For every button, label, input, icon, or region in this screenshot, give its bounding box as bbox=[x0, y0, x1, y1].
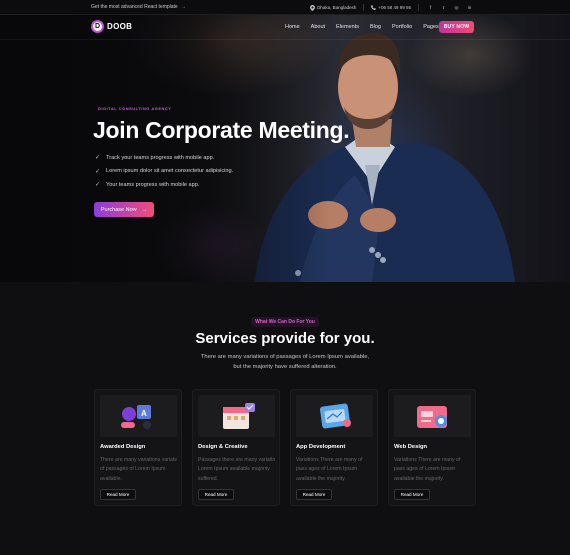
section-description: There are many variations of passages of… bbox=[0, 352, 570, 372]
card-title: Design & Creative bbox=[198, 444, 248, 450]
card-title: App Development bbox=[296, 444, 346, 450]
logo-text: DOOB bbox=[107, 22, 133, 31]
service-card: A Awarded Design There are many variatio… bbox=[94, 389, 182, 506]
topbar-contact: Dhaka, Bangladesh +06 58 49 99 56 f t ◎ … bbox=[310, 3, 474, 12]
list-item-text: Track your teams progress with mobile ap… bbox=[106, 154, 215, 161]
app-window-icon bbox=[319, 403, 351, 429]
map-pin-icon bbox=[310, 4, 316, 11]
logo-mark: D bbox=[91, 20, 104, 33]
nav-item-about[interactable]: About bbox=[311, 24, 325, 30]
arrow-right-icon: → bbox=[180, 4, 186, 10]
list-item: ✓ Track your teams progress with mobile a… bbox=[95, 151, 233, 165]
check-icon: ✓ bbox=[95, 155, 101, 162]
section-badge: What We Can Do For You bbox=[251, 317, 319, 327]
nav-item-home[interactable]: Home bbox=[285, 24, 300, 30]
card-text: Passages there are many variatin Lorem I… bbox=[198, 457, 276, 482]
buy-now-button[interactable]: BUY NOW bbox=[439, 21, 474, 33]
calendar-icon bbox=[222, 403, 255, 429]
read-more-button[interactable]: Read More bbox=[394, 489, 430, 500]
description-line: There are many variations of passages of… bbox=[200, 354, 370, 360]
divider bbox=[418, 4, 419, 11]
arrow-right-icon: → bbox=[141, 206, 148, 213]
list-item-text: Lorem ipsum dolor sit amet consectetur a… bbox=[106, 168, 234, 175]
site-header: D DOOB Home About Elements Blog Portfoli… bbox=[0, 15, 570, 40]
purchase-now-button[interactable]: Purchase Now → bbox=[94, 202, 154, 217]
nav-item-portfolio[interactable]: Portfolio bbox=[392, 24, 412, 30]
purchase-now-label: Purchase Now bbox=[100, 206, 137, 213]
card-title: Web Design bbox=[394, 444, 428, 450]
section-title: Services provide for you. bbox=[195, 330, 375, 347]
announcement-text: Get the most advanced React template bbox=[91, 4, 178, 10]
list-item: ✓ Your teams progress with mobile app. bbox=[95, 178, 233, 192]
card-text: Variations There are many of pass ages o… bbox=[296, 457, 363, 482]
logo[interactable]: D DOOB bbox=[91, 20, 132, 33]
design-tools-icon: A bbox=[120, 405, 151, 429]
hero-section: D DOOB Home About Elements Blog Portfoli… bbox=[0, 15, 570, 282]
top-bar: Get the most advanced React template → D… bbox=[0, 0, 570, 15]
service-card: Design & Creative Passages there are man… bbox=[192, 389, 280, 506]
hero-feature-list: ✓ Track your teams progress with mobile a… bbox=[95, 151, 233, 192]
main-nav: Home About Elements Blog Portfolio Pages bbox=[285, 24, 439, 30]
card-text: There are many variations variats of pas… bbox=[100, 457, 177, 482]
nav-item-pages[interactable]: Pages bbox=[423, 24, 439, 30]
hero-title: Join Corporate Meeting. bbox=[93, 117, 350, 143]
linkedin-icon[interactable]: in bbox=[465, 3, 474, 12]
instagram-icon[interactable]: ◎ bbox=[452, 3, 461, 12]
location-text: Dhaka, Bangladesh bbox=[317, 5, 357, 10]
hero-tag: DIGITAL CONSULTING AGENCY bbox=[98, 106, 172, 111]
service-cards: A Awarded Design There are many variatio… bbox=[94, 389, 476, 506]
announcement-link[interactable]: Get the most advanced React template → bbox=[91, 4, 186, 10]
phone-text: +06 58 49 99 56 bbox=[378, 5, 411, 10]
service-card: Web Design Variations There are many of … bbox=[388, 389, 476, 506]
web-browser-icon bbox=[416, 406, 447, 428]
card-illustration bbox=[296, 395, 373, 437]
phone-icon bbox=[371, 5, 377, 10]
location-item: Dhaka, Bangladesh bbox=[310, 4, 357, 11]
svg-text:A: A bbox=[141, 409, 147, 418]
card-illustration bbox=[198, 395, 275, 437]
service-card: App Development Variations There are man… bbox=[290, 389, 378, 506]
card-illustration: A bbox=[100, 395, 177, 437]
card-illustration bbox=[394, 395, 471, 437]
check-icon: ✓ bbox=[95, 168, 101, 175]
list-item: ✓ Lorem ipsum dolor sit amet consectetur … bbox=[95, 165, 233, 179]
list-item-text: Your teams progress with mobile app. bbox=[106, 181, 200, 188]
read-more-button[interactable]: Read More bbox=[198, 489, 234, 500]
read-more-button[interactable]: Read More bbox=[296, 489, 332, 500]
check-icon: ✓ bbox=[95, 182, 101, 189]
card-text: Variations There are many of pass ages o… bbox=[394, 457, 461, 482]
nav-item-elements[interactable]: Elements bbox=[336, 24, 359, 30]
services-section: What We Can Do For You Services provide … bbox=[0, 282, 570, 555]
divider bbox=[363, 4, 365, 11]
read-more-button[interactable]: Read More bbox=[100, 489, 136, 500]
card-title: Awarded Design bbox=[100, 444, 146, 450]
phone-item[interactable]: +06 58 49 99 56 bbox=[371, 5, 411, 10]
hero-overlay bbox=[0, 15, 330, 282]
description-line: but the majority have suffered alteratio… bbox=[233, 364, 337, 370]
twitter-icon[interactable]: t bbox=[439, 3, 448, 12]
nav-item-blog[interactable]: Blog bbox=[370, 24, 381, 30]
facebook-icon[interactable]: f bbox=[426, 3, 435, 12]
